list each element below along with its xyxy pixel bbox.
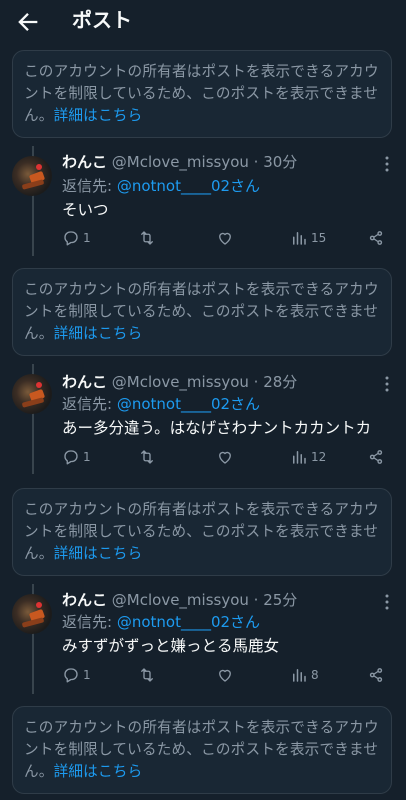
retweet-icon — [141, 231, 153, 245]
share-button[interactable] — [367, 665, 385, 685]
more-icon[interactable] — [380, 154, 394, 174]
reply-mention[interactable]: @notnot____02さん — [117, 395, 260, 413]
reply-button[interactable]: 1 — [62, 447, 91, 467]
reply-context: 返信先: @notnot____02さん — [62, 395, 261, 413]
views-count: 12 — [311, 450, 327, 464]
share-button[interactable] — [367, 447, 385, 467]
views-button[interactable]: 12 — [290, 447, 326, 467]
display-name[interactable]: わんこ — [62, 591, 107, 609]
post-text: みすずがずっと嫌っとる馬鹿女 — [62, 637, 280, 655]
views-icon — [293, 451, 306, 464]
display-name[interactable]: わんこ — [62, 153, 107, 171]
like-button[interactable] — [216, 447, 237, 467]
post-header: わんこ @Mclove_missyou · 28分 — [62, 373, 298, 391]
learn-more-link[interactable]: 詳細はこちら — [54, 107, 143, 124]
reply-icon — [64, 668, 78, 683]
reply-mention[interactable]: @notnot____02さん — [117, 177, 260, 195]
restricted-notice: このアカウントの所有者はポストを表示できるアカウントを制限しているため、このポス… — [12, 706, 392, 794]
more-icon[interactable] — [380, 592, 394, 612]
page-title: ポスト — [72, 8, 132, 32]
avatar[interactable] — [12, 156, 52, 196]
avatar[interactable] — [12, 374, 52, 414]
learn-more-link[interactable]: 詳細はこちら — [54, 325, 143, 342]
share-icon — [369, 231, 383, 245]
reply-context: 返信先: @notnot____02さん — [62, 177, 261, 195]
reply-button[interactable]: 1 — [62, 665, 91, 685]
like-button[interactable] — [216, 665, 237, 685]
reply-context: 返信先: @notnot____02さん — [62, 613, 261, 631]
timestamp[interactable]: 25分 — [263, 591, 297, 609]
share-icon — [369, 450, 383, 464]
reply-icon — [64, 231, 78, 246]
views-count: 15 — [311, 231, 327, 245]
avatar[interactable] — [12, 594, 52, 634]
handle[interactable]: @Mclove_missyou — [112, 591, 249, 609]
share-button[interactable] — [367, 228, 385, 248]
top-bar: ポスト — [0, 0, 406, 44]
post-header: わんこ @Mclove_missyou · 30分 — [62, 153, 298, 171]
learn-more-link[interactable]: 詳細はこちら — [54, 545, 143, 562]
views-icon — [293, 669, 306, 682]
like-button[interactable] — [216, 228, 237, 248]
like-icon — [219, 669, 231, 682]
reply-count: 1 — [83, 231, 91, 245]
reply-count: 1 — [83, 450, 91, 464]
handle[interactable]: @Mclove_missyou — [112, 153, 249, 171]
timestamp[interactable]: 30分 — [263, 153, 297, 171]
timestamp[interactable]: 28分 — [263, 373, 297, 391]
retweet-button[interactable] — [138, 228, 159, 248]
post-text: そいつ — [62, 201, 109, 219]
restricted-notice: このアカウントの所有者はポストを表示できるアカウントを制限しているため、このポス… — [12, 50, 392, 138]
reply-icon — [64, 450, 78, 465]
more-icon[interactable] — [380, 374, 394, 394]
reply-count: 1 — [83, 668, 91, 682]
retweet-icon — [141, 450, 153, 464]
restricted-notice: このアカウントの所有者はポストを表示できるアカウントを制限しているため、このポス… — [12, 268, 392, 356]
reply-mention[interactable]: @notnot____02さん — [117, 613, 260, 631]
like-icon — [219, 232, 231, 245]
handle[interactable]: @Mclove_missyou — [112, 373, 249, 391]
learn-more-link[interactable]: 詳細はこちら — [54, 763, 143, 780]
reply-button[interactable]: 1 — [62, 228, 91, 248]
retweet-button[interactable] — [138, 447, 159, 467]
share-icon — [369, 668, 383, 682]
views-icon — [293, 232, 306, 245]
post-text: あー多分違う。はなげさわナントカカントカ — [62, 419, 372, 437]
views-button[interactable]: 15 — [290, 228, 326, 248]
retweet-icon — [141, 668, 153, 682]
post-header: わんこ @Mclove_missyou · 25分 — [62, 591, 298, 609]
like-icon — [219, 451, 231, 464]
display-name[interactable]: わんこ — [62, 373, 107, 391]
views-count: 8 — [311, 668, 319, 682]
retweet-button[interactable] — [138, 665, 159, 685]
restricted-notice: このアカウントの所有者はポストを表示できるアカウントを制限しているため、このポス… — [12, 488, 392, 576]
back-arrow-icon[interactable] — [14, 8, 42, 36]
views-button[interactable]: 8 — [290, 665, 319, 685]
